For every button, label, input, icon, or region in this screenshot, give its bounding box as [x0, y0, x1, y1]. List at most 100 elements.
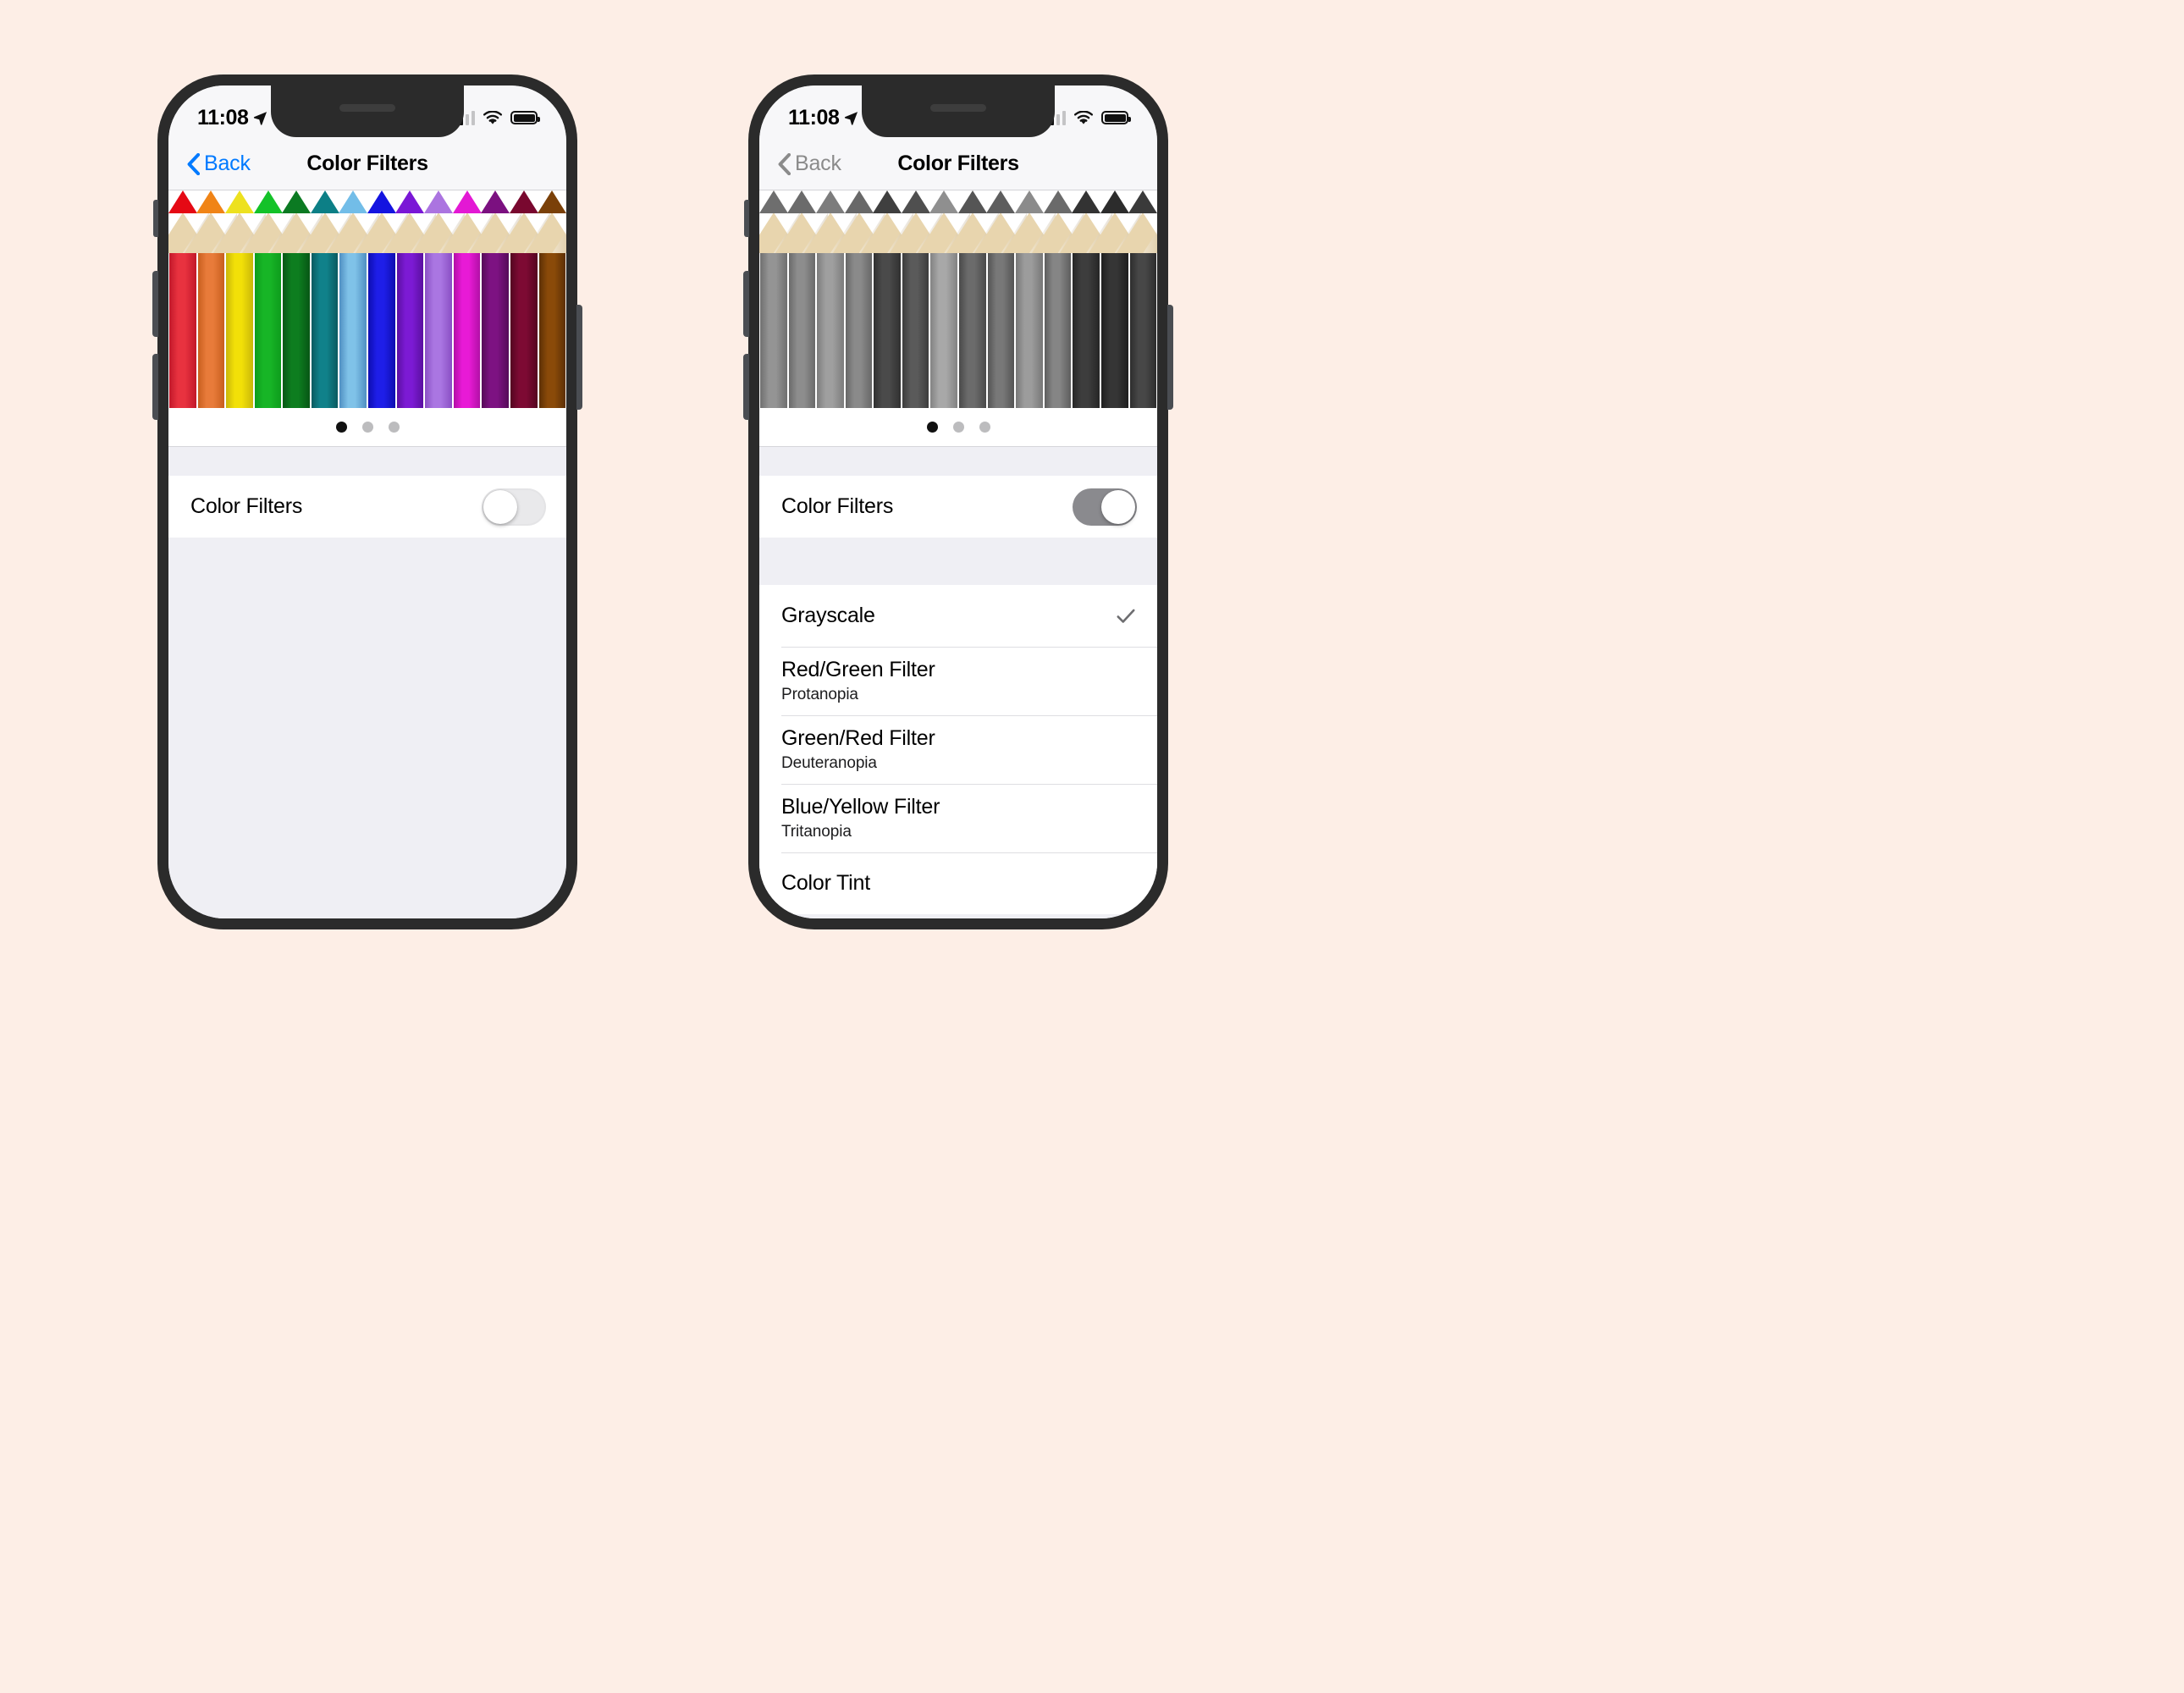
pencil-body [311, 253, 339, 408]
volume-down-button[interactable] [152, 354, 158, 420]
pencil-tip [1128, 190, 1157, 213]
pencil-body [453, 253, 481, 408]
color-filters-toggle-row[interactable]: Color Filters [168, 476, 566, 538]
pencil-tip [986, 190, 1016, 213]
checkmark-icon [1117, 609, 1135, 623]
pencil-body [1129, 253, 1157, 408]
filter-option-subtitle: Deuteranopia [781, 754, 877, 772]
color-pencils-preview[interactable] [168, 190, 566, 408]
pencil-brown [526, 190, 566, 408]
volume-down-button[interactable] [743, 354, 749, 420]
page-dot-active[interactable] [335, 422, 347, 433]
pencil-body [845, 253, 873, 408]
volume-up-button[interactable] [743, 271, 749, 337]
page-dot[interactable] [388, 422, 400, 433]
pencil-tip [253, 190, 283, 213]
iphone-grayscale: 11:08 Back Color Filters Color Filters Grays… [743, 74, 1173, 929]
page-dot-active[interactable] [926, 422, 938, 433]
pencil-body [396, 253, 424, 408]
pencil-tip [224, 190, 254, 213]
status-bar-indicators [454, 110, 540, 125]
pencil-body [226, 253, 253, 408]
navigation-bar: Back Color Filters [759, 138, 1157, 190]
toggle-knob [1101, 489, 1135, 524]
power-button[interactable] [1167, 305, 1173, 410]
pencil-body [817, 253, 844, 408]
page-indicator-dots [759, 408, 1157, 447]
wifi-icon [483, 110, 502, 124]
phone-screen: 11:08 Back Color Filters Color Filters Grays… [759, 85, 1157, 918]
color-filters-toggle-label: Color Filters [781, 494, 894, 518]
filter-option-row[interactable]: Grayscale [759, 585, 1157, 647]
page-dot[interactable] [952, 422, 964, 433]
battery-full-icon [510, 111, 540, 124]
screenshot-stage: 11:08 Back Color Filters Color Filters 11:08… [0, 0, 2184, 1693]
pencil-tip [367, 190, 396, 213]
color-filters-toggle-row[interactable]: Color Filters [759, 476, 1157, 538]
filter-option-label: Grayscale [781, 604, 875, 627]
filter-option-text: Blue/Yellow Filter Tritanopia [781, 784, 940, 852]
volume-up-button[interactable] [152, 271, 158, 337]
pencil-body [959, 253, 986, 408]
filter-option-row[interactable]: Red/Green Filter Protanopia [759, 647, 1157, 715]
filter-options-group: Grayscale Red/Green Filter Protanopia Green… [759, 585, 1157, 914]
pencil-body [169, 253, 196, 408]
filter-option-row[interactable]: Green/Red Filter Deuteranopia [759, 715, 1157, 784]
settings-list: Color Filters Grayscale Red/Green Filter Pr… [759, 447, 1157, 918]
section-gap [759, 538, 1157, 585]
grayscale-pencils-preview[interactable] [759, 190, 1157, 408]
filter-option-label: Red/Green Filter [781, 658, 935, 681]
earpiece-speaker [930, 104, 986, 112]
filter-option-label: Blue/Yellow Filter [781, 795, 940, 819]
filter-option-subtitle: Protanopia [781, 686, 858, 703]
color-filters-toggle[interactable] [482, 488, 546, 526]
pencil-body [1016, 253, 1043, 408]
status-bar-time: 11:08 [197, 106, 267, 130]
pencil-tip [1072, 190, 1101, 213]
filter-option-row[interactable]: Blue/Yellow Filter Tritanopia [759, 784, 1157, 852]
list-top-gap [168, 447, 566, 476]
pencil-tip [815, 190, 845, 213]
pencil-body [874, 253, 901, 408]
mute-switch-button[interactable] [744, 200, 749, 237]
page-dot[interactable] [361, 422, 373, 433]
color-filters-toggle[interactable] [1073, 488, 1137, 526]
pencil-tip [1043, 190, 1073, 213]
pencil-tip [1100, 190, 1129, 213]
back-button[interactable]: Back [187, 152, 251, 176]
iphone-color: 11:08 Back Color Filters Color Filters [152, 74, 582, 929]
back-button[interactable]: Back [778, 152, 841, 176]
pencil-tip [310, 190, 339, 213]
pencil-tip [873, 190, 902, 213]
pencil-tip [929, 190, 959, 213]
filter-option-row[interactable]: Color Tint [759, 852, 1157, 914]
pencil-body [788, 253, 816, 408]
pencil-tip [339, 190, 368, 213]
pencil-tip [957, 190, 987, 213]
pencil-tip [844, 190, 874, 213]
filter-option-text: Red/Green Filter Protanopia [781, 647, 935, 715]
settings-list: Color Filters [168, 447, 566, 918]
phone-screen: 11:08 Back Color Filters Color Filters [168, 85, 566, 918]
pencil-tip [423, 190, 453, 213]
pencil-tip [1014, 190, 1044, 213]
filter-option-label: Color Tint [781, 871, 870, 895]
pencil-tip [509, 190, 538, 213]
navigation-bar: Back Color Filters [168, 138, 566, 190]
pencil-tip [538, 190, 566, 213]
wifi-icon [1074, 110, 1093, 124]
filter-option-text: Grayscale [781, 593, 875, 639]
color-filters-toggle-label: Color Filters [190, 494, 303, 518]
pencil-body [902, 253, 929, 408]
back-button-label: Back [795, 152, 841, 175]
page-dot[interactable] [979, 422, 990, 433]
pencil-body [987, 253, 1015, 408]
pencil-body [283, 253, 310, 408]
pencil-body [510, 253, 538, 408]
pencil-body [425, 253, 452, 408]
chevron-left-icon [778, 152, 791, 175]
toggle-knob [483, 489, 517, 524]
mute-switch-button[interactable] [153, 200, 158, 237]
power-button[interactable] [576, 305, 582, 410]
pencil-body [339, 253, 367, 408]
